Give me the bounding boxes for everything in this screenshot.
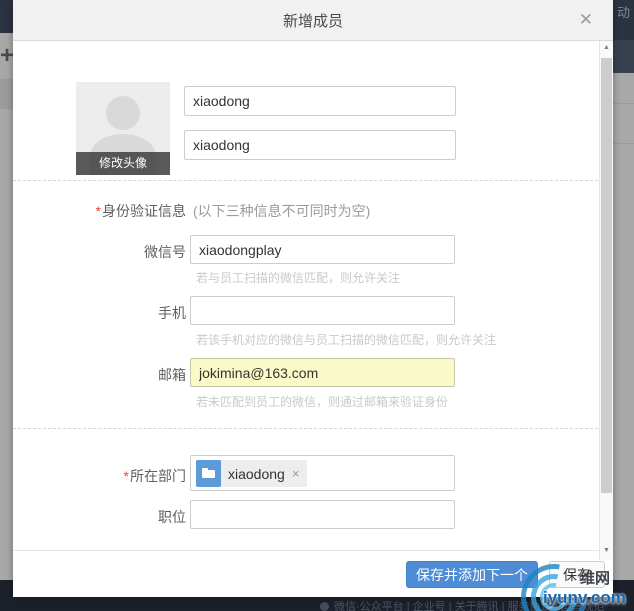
section-divider: [13, 428, 613, 429]
department-label: *所在部门: [13, 466, 186, 486]
department-field[interactable]: xiaodong ×: [190, 455, 455, 491]
remove-tag-icon[interactable]: ×: [292, 466, 300, 481]
wechat-logo-icon: [320, 601, 329, 611]
position-field[interactable]: [190, 500, 455, 529]
department-label-text: 所在部门: [130, 468, 186, 484]
section-divider: [13, 180, 613, 181]
change-avatar-button[interactable]: 修改头像: [76, 152, 170, 175]
dialog-header: 新增成员 ✕: [13, 0, 613, 41]
footer-links-text: 微信·公众平台 | 企业号 | 关于腾讯 | 服务协议 | 运营规范: [334, 601, 605, 611]
background-topbar: [0, 0, 13, 33]
identity-section-note: (以下三种信息不可同时为空): [193, 203, 371, 219]
email-field[interactable]: [190, 358, 455, 387]
account-field[interactable]: [184, 130, 456, 160]
mobile-label: 手机: [158, 305, 186, 321]
wechat-id-hint: 若与员工扫描的微信匹配，则允许关注: [196, 271, 401, 285]
position-label: 职位: [158, 509, 186, 525]
email-label: 邮箱: [158, 367, 186, 383]
required-mark: *: [95, 203, 101, 219]
mobile-field[interactable]: [190, 296, 455, 325]
scroll-down-icon[interactable]: ▼: [600, 547, 613, 554]
folder-icon: [196, 460, 221, 487]
department-tag: xiaodong ×: [196, 460, 308, 487]
close-icon[interactable]: ✕: [579, 9, 593, 31]
department-tag-label: xiaodong: [228, 465, 285, 482]
identity-label-text: 身份验证信息: [102, 203, 186, 219]
background-footer-links: 微信·公众平台 | 企业号 | 关于腾讯 | 服务协议 | 运营规范: [320, 598, 605, 611]
save-and-add-next-button[interactable]: 保存并添加下一个: [406, 561, 538, 588]
background-nav-text: 动: [617, 5, 631, 20]
wechat-id-label: 微信号: [144, 244, 186, 260]
scrollbar-thumb[interactable]: [601, 58, 612, 493]
avatar: 修改头像: [76, 82, 170, 175]
wechat-id-field[interactable]: [190, 235, 455, 264]
scrollbar[interactable]: ▲ ▼: [599, 41, 613, 560]
save-button[interactable]: 保存: [549, 561, 605, 588]
background-row-divider: [613, 103, 634, 104]
background-row-divider: [613, 143, 634, 144]
avatar-silhouette-head: [106, 96, 140, 130]
background-row: [0, 79, 13, 109]
dialog-footer: 保存并添加下一个 保存: [13, 550, 613, 597]
identity-section-label: *身份验证信息: [13, 201, 186, 221]
email-hint: 若未匹配到员工的微信，则通过邮箱来验证身份: [196, 395, 449, 409]
background-topbar-section: [613, 40, 634, 73]
screen: + 动 微信·公众平台 | 企业号 | 关于腾讯 | 服务协议 | 运营规范 新…: [0, 0, 634, 611]
mobile-hint: 若该手机对应的微信与员工扫描的微信匹配，则允许关注: [196, 333, 497, 347]
name-field[interactable]: [184, 86, 456, 116]
dialog-title: 新增成员: [282, 12, 343, 30]
scroll-up-icon[interactable]: ▲: [600, 44, 613, 51]
add-member-dialog: 新增成员 ✕ 修改头像 *身份验证信息 (以下三种信息不可同时为空) 微信号 若…: [13, 0, 613, 597]
required-mark: *: [123, 468, 129, 484]
